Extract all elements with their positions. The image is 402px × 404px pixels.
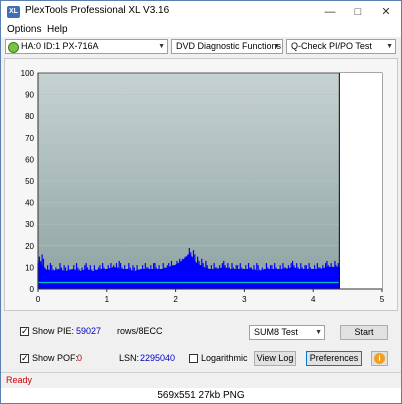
y-tick-label: 80 bbox=[25, 112, 34, 121]
menu-help[interactable]: Help bbox=[47, 24, 68, 35]
minimize-icon[interactable]: — bbox=[317, 3, 343, 21]
y-tick-label: 100 bbox=[21, 69, 35, 78]
info-icon: i bbox=[374, 353, 385, 364]
function-select-value: DVD Diagnostic Functions bbox=[176, 41, 282, 51]
sum-test-value: SUM8 Test bbox=[254, 327, 298, 337]
lsn-value: 2295040 bbox=[140, 353, 176, 363]
x-tick-label: 3 bbox=[242, 295, 247, 304]
menu-options[interactable]: Options bbox=[7, 24, 41, 35]
show-pie-checkbox[interactable]: ✓ bbox=[20, 327, 29, 336]
drive-icon bbox=[8, 42, 19, 53]
window-title: PlexTools Professional XL V3.16 bbox=[25, 5, 170, 16]
chart-panel: 0 10 20 30 40 50 60 70 80 90 100 0 1 2 3 4 5 bbox=[4, 58, 398, 311]
y-tick-label: 60 bbox=[25, 155, 34, 164]
title-bar: XL PlexTools Professional XL V3.16 — □ ✕ bbox=[1, 1, 401, 23]
logarithmic-checkbox[interactable] bbox=[189, 354, 198, 363]
show-pie-label: Show PIE: bbox=[32, 326, 75, 336]
x-tick-label: 5 bbox=[380, 295, 385, 304]
view-log-button[interactable]: View Log bbox=[254, 351, 296, 366]
y-tick-label: 0 bbox=[30, 285, 35, 294]
test-select-value: Q-Check PI/PO Test bbox=[291, 41, 372, 51]
toolbar: HA:0 ID:1 PX-716A ▼ DVD Diagnostic Funct… bbox=[1, 37, 401, 57]
close-icon[interactable]: ✕ bbox=[373, 3, 399, 21]
unused-area bbox=[339, 73, 382, 289]
preferences-button[interactable]: Preferences bbox=[306, 351, 362, 366]
test-select[interactable]: Q-Check PI/PO Test ▼ bbox=[286, 39, 396, 54]
function-select[interactable]: DVD Diagnostic Functions ▼ bbox=[171, 39, 283, 54]
status-bar: Ready bbox=[1, 372, 401, 388]
pi-chart: 0 10 20 30 40 50 60 70 80 90 100 0 1 2 3 4 5 bbox=[21, 69, 385, 304]
drive-select[interactable]: HA:0 ID:1 PX-716A ▼ bbox=[5, 39, 168, 54]
status-text: Ready bbox=[6, 375, 33, 385]
lsn-label: LSN: bbox=[119, 353, 140, 363]
y-tick-label: 30 bbox=[25, 220, 34, 229]
pie-value: 59027 bbox=[76, 326, 102, 336]
drive-select-value: HA:0 ID:1 PX-716A bbox=[21, 41, 99, 51]
x-tick-label: 2 bbox=[173, 295, 178, 304]
x-tick-label: 4 bbox=[311, 295, 316, 304]
chevron-down-icon: ▼ bbox=[386, 43, 393, 50]
info-button[interactable]: i bbox=[371, 351, 388, 366]
y-tick-label: 20 bbox=[25, 242, 34, 251]
app-icon: XL bbox=[7, 6, 20, 18]
chevron-down-icon: ▼ bbox=[158, 43, 165, 50]
y-tick-label: 40 bbox=[25, 199, 34, 208]
app-window: XL PlexTools Professional XL V3.16 — □ ✕… bbox=[0, 0, 402, 404]
logarithmic-label: Logarithmic bbox=[201, 353, 248, 363]
x-tick-label: 1 bbox=[105, 295, 110, 304]
chevron-down-icon: ▼ bbox=[315, 329, 322, 336]
y-tick-label: 50 bbox=[25, 177, 34, 186]
x-tick-label: 0 bbox=[36, 295, 41, 304]
sum-test-select[interactable]: SUM8 Test ▼ bbox=[249, 325, 325, 340]
maximize-icon[interactable]: □ bbox=[345, 3, 371, 21]
y-tick-label: 90 bbox=[25, 91, 34, 100]
image-caption: 569x551 27kb PNG bbox=[1, 388, 401, 403]
show-pof-checkbox[interactable]: ✓ bbox=[20, 354, 29, 363]
pof-value: 0 bbox=[77, 353, 83, 363]
menu-bar: Options Help bbox=[1, 23, 401, 37]
y-tick-label: 70 bbox=[25, 134, 34, 143]
rows-label: rows/8ECC bbox=[117, 326, 163, 336]
y-tick-label: 10 bbox=[25, 263, 34, 272]
chevron-down-icon: ▼ bbox=[273, 43, 280, 50]
show-pof-label: Show POF: bbox=[32, 353, 79, 363]
start-button[interactable]: Start bbox=[340, 325, 388, 340]
